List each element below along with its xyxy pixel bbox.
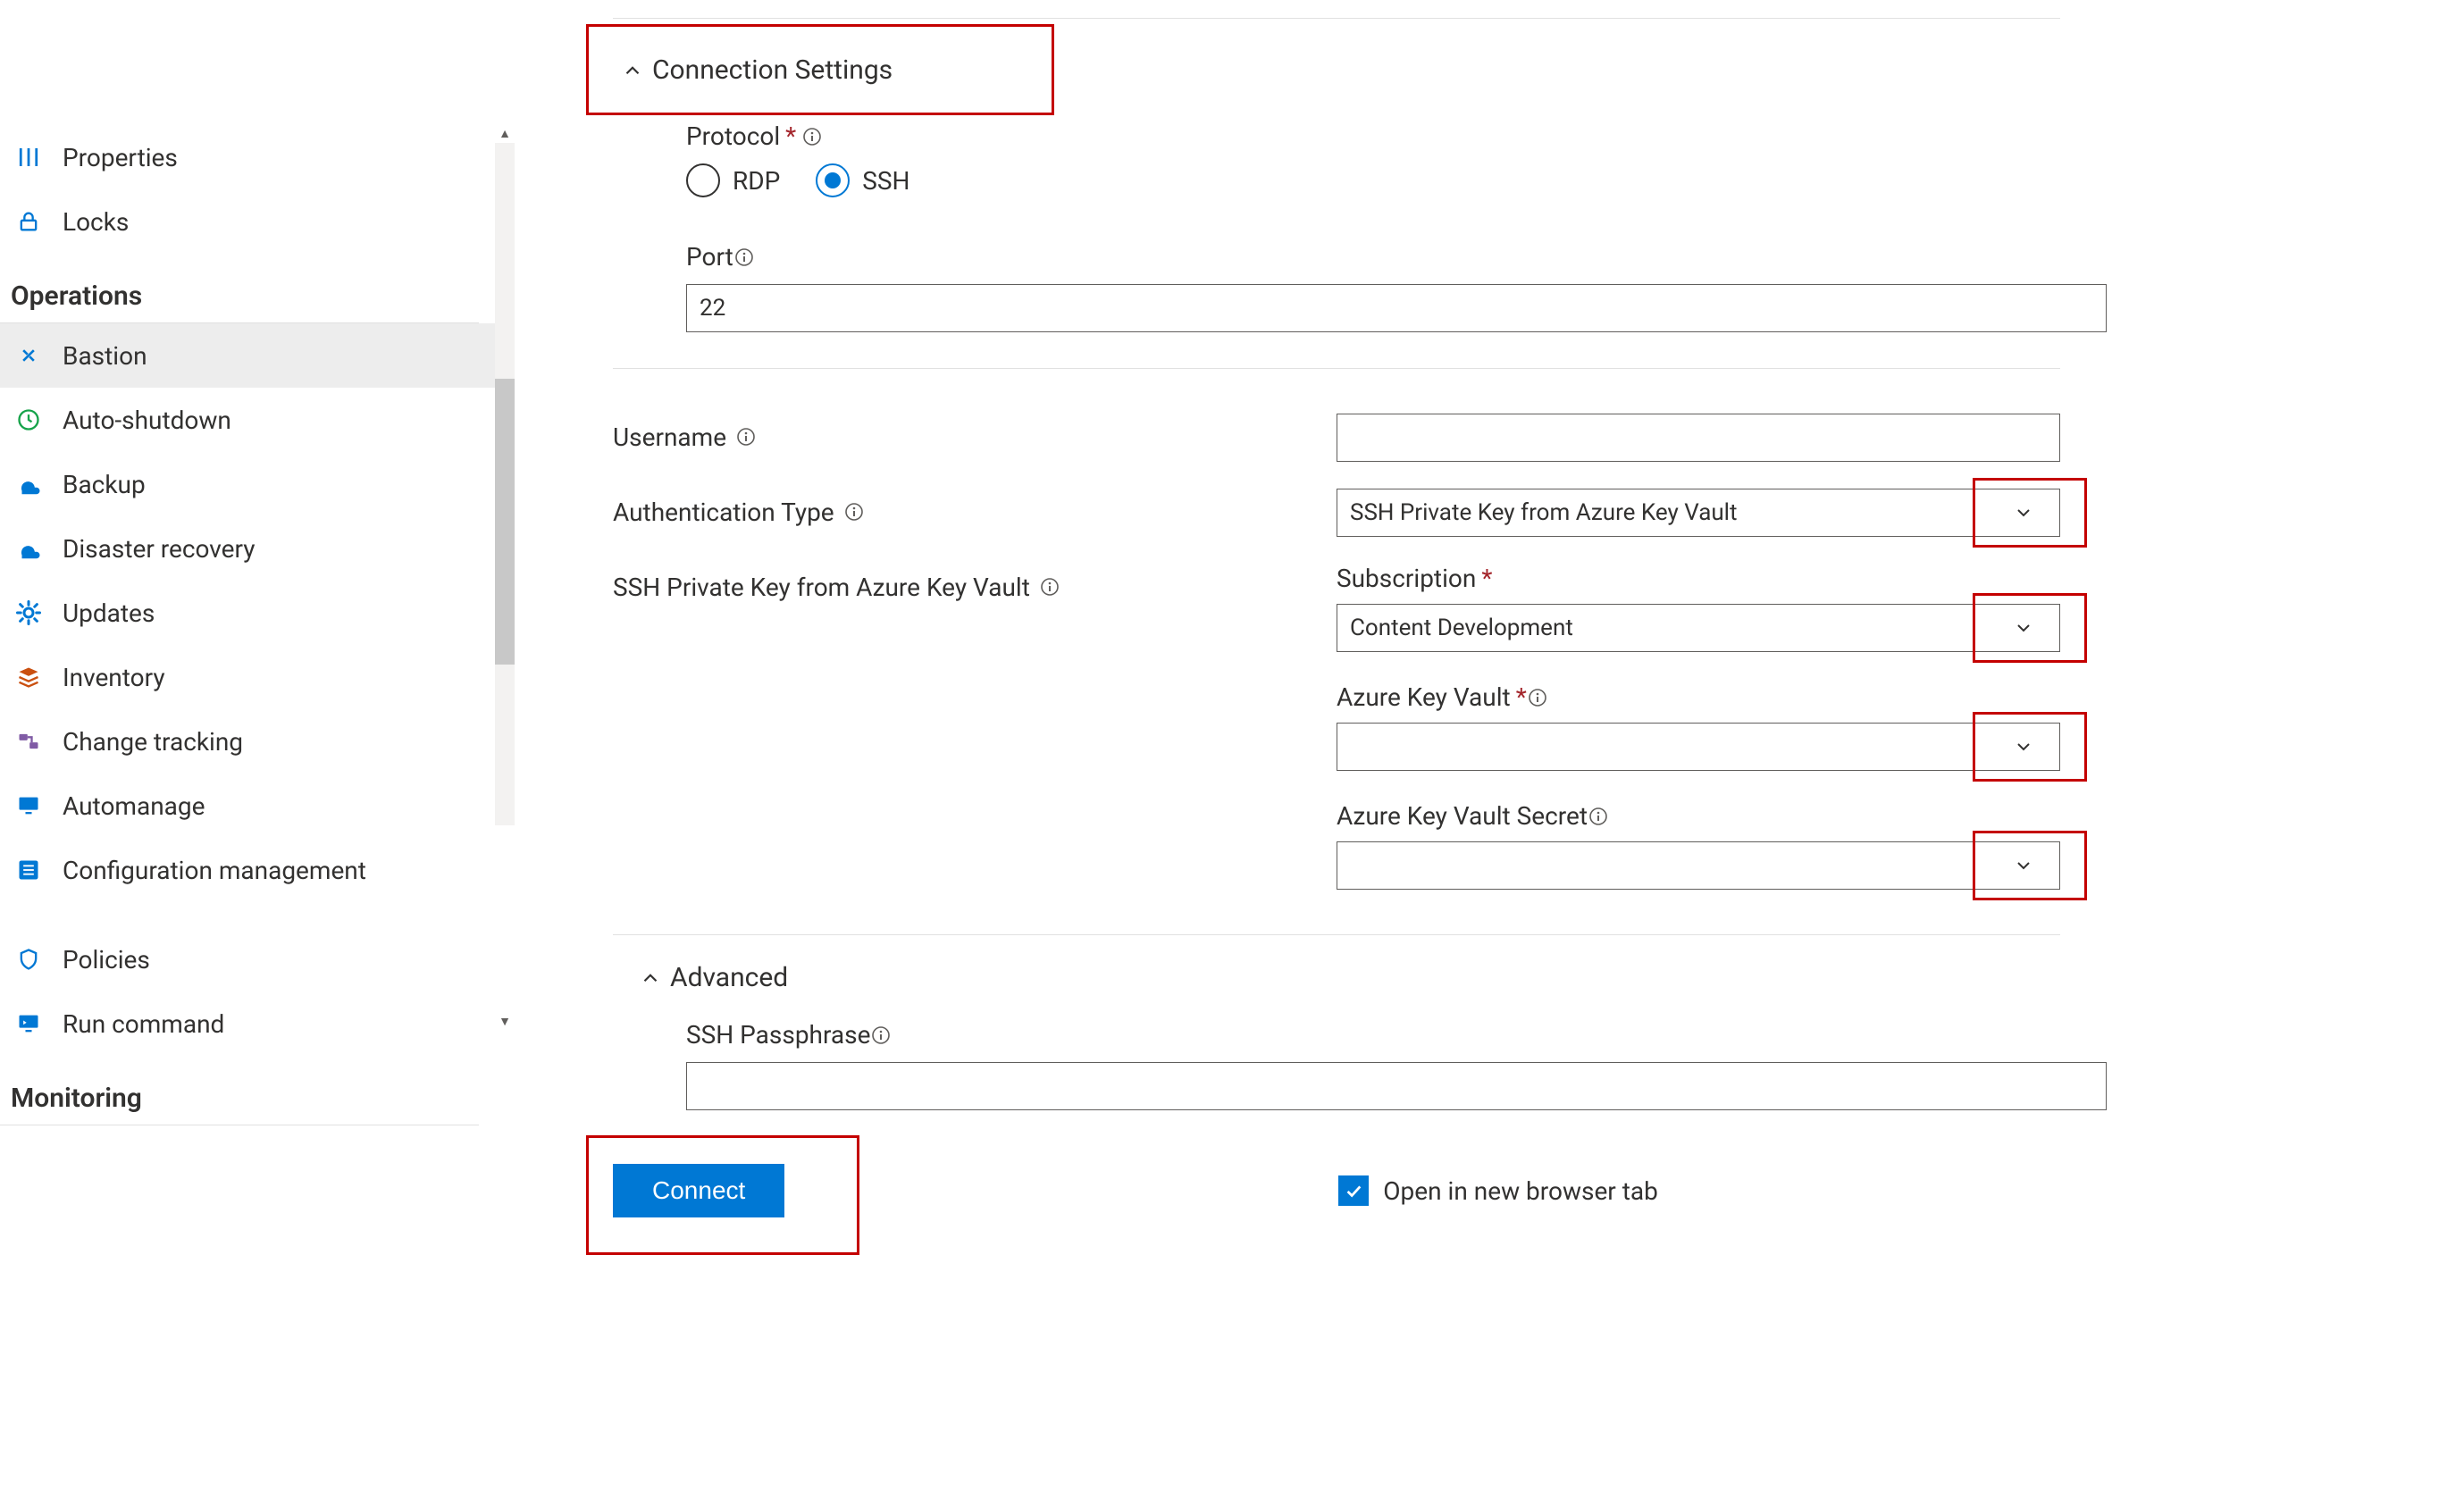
authentication-type-label: Authentication Type (613, 489, 1337, 537)
scrollbar-thumb[interactable] (495, 379, 515, 665)
change-tracking-icon (13, 725, 45, 757)
configuration-management-icon (13, 854, 45, 886)
info-icon[interactable] (1588, 806, 1609, 827)
sidebar-item-policies[interactable]: Policies (0, 927, 515, 991)
sidebar-item-label: Policies (63, 945, 150, 975)
scroll-down-arrow[interactable]: ▼ (495, 1011, 515, 1031)
sidebar-item-configuration-management[interactable]: Configuration management (0, 838, 515, 902)
info-icon[interactable] (733, 247, 755, 268)
sidebar-item-label: Automanage (63, 791, 205, 821)
section-header-label: Advanced (670, 962, 788, 993)
sidebar-scrollbar[interactable]: ▲ ▼ (495, 143, 515, 825)
connect-button[interactable]: Connect (613, 1164, 784, 1217)
info-icon[interactable] (1039, 576, 1060, 598)
azure-key-vault-secret-label: Azure Key Vault Secret (1337, 801, 2060, 831)
sidebar-item-automanage[interactable]: Automanage (0, 774, 515, 838)
sidebar-item-locks[interactable]: Locks (0, 189, 515, 254)
info-icon[interactable] (735, 426, 757, 448)
sidebar-item-label: Configuration management (63, 856, 366, 885)
checkbox-label: Open in new browser tab (1383, 1176, 1658, 1206)
sidebar-item-run-command[interactable]: Run command (0, 991, 515, 1056)
chevron-up-icon (613, 59, 652, 82)
username-input[interactable] (1337, 414, 2060, 462)
sidebar-item-change-tracking[interactable]: Change tracking (0, 709, 515, 774)
bastion-icon (13, 339, 45, 372)
authentication-type-select[interactable]: SSH Private Key from Azure Key Vault (1337, 489, 2060, 537)
radio-label: RDP (733, 166, 780, 196)
sidebar-item-label: Change tracking (63, 727, 243, 757)
checkbox-checked-icon (1338, 1175, 1369, 1206)
radio-label: SSH (862, 166, 909, 196)
policies-icon (13, 943, 45, 975)
sidebar-item-label: Updates (63, 598, 155, 628)
sidebar: Properties Locks Operations Bastion A (0, 0, 515, 1253)
clock-icon (13, 404, 45, 436)
chevron-down-icon (1988, 842, 2059, 889)
sidebar-item-label: Bastion (63, 341, 147, 371)
azure-key-vault-secret-select[interactable] (1337, 841, 2060, 890)
automanage-icon (13, 790, 45, 822)
ssh-passphrase-label: SSH Passphrase (686, 1020, 2107, 1050)
sidebar-item-disaster-recovery[interactable]: Disaster recovery (0, 516, 515, 581)
inventory-icon (13, 661, 45, 693)
info-icon[interactable] (870, 1025, 892, 1046)
sidebar-item-label: Backup (63, 470, 146, 499)
select-value: SSH Private Key from Azure Key Vault (1350, 499, 1738, 526)
info-icon[interactable] (1527, 687, 1548, 708)
chevron-down-icon (1988, 489, 2059, 536)
sidebar-item-label: Disaster recovery (63, 534, 255, 564)
protocol-radio-ssh[interactable]: SSH (816, 163, 909, 197)
port-input[interactable] (686, 284, 2107, 332)
sidebar-item-label: Run command (63, 1009, 224, 1039)
subscription-select[interactable]: Content Development (1337, 604, 2060, 652)
azure-key-vault-label: Azure Key Vault* (1337, 682, 2060, 712)
backup-icon (13, 468, 45, 500)
advanced-section-header[interactable]: Advanced (631, 962, 2107, 993)
lock-icon (13, 205, 45, 238)
disaster-recovery-icon (13, 532, 45, 565)
username-label: Username (613, 414, 1337, 462)
sidebar-item-inventory[interactable]: Inventory (0, 645, 515, 709)
sidebar-section-operations: Operations (0, 254, 479, 323)
protocol-radio-rdp[interactable]: RDP (686, 163, 780, 197)
updates-icon (13, 597, 45, 629)
ssh-private-key-kv-label: SSH Private Key from Azure Key Vault (613, 564, 1337, 899)
section-header-label: Connection Settings (652, 54, 893, 86)
protocol-label: Protocol* (686, 121, 2107, 151)
ssh-passphrase-input[interactable] (686, 1062, 2107, 1110)
sidebar-item-backup[interactable]: Backup (0, 452, 515, 516)
main-content: Connection Settings Protocol* RDP SSH (515, 0, 2464, 1253)
subscription-label: Subscription* (1337, 564, 2060, 593)
sidebar-section-monitoring: Monitoring (0, 1056, 479, 1125)
azure-key-vault-select[interactable] (1337, 723, 2060, 771)
chevron-up-icon (631, 966, 670, 990)
sidebar-item-bastion[interactable]: Bastion (0, 323, 515, 388)
port-label: Port (686, 242, 2107, 272)
chevron-down-icon (1988, 605, 2059, 651)
chevron-down-icon (1988, 724, 2059, 770)
sidebar-item-label: Properties (63, 143, 178, 172)
connection-settings-header[interactable]: Connection Settings (586, 54, 2107, 86)
sidebar-item-auto-shutdown[interactable]: Auto-shutdown (0, 388, 515, 452)
select-value: Content Development (1350, 615, 1573, 641)
open-in-new-tab-checkbox[interactable]: Open in new browser tab (1338, 1175, 1658, 1206)
sidebar-item-label: Locks (63, 207, 129, 237)
scroll-up-arrow[interactable]: ▲ (495, 123, 515, 143)
info-icon[interactable] (801, 126, 823, 147)
sidebar-item-label: Auto-shutdown (63, 406, 231, 435)
sidebar-item-updates[interactable]: Updates (0, 581, 515, 645)
properties-icon (13, 141, 45, 173)
sidebar-item-properties[interactable]: Properties (0, 125, 515, 189)
run-command-icon (13, 1008, 45, 1040)
info-icon[interactable] (843, 501, 865, 523)
sidebar-item-label: Inventory (63, 663, 165, 692)
